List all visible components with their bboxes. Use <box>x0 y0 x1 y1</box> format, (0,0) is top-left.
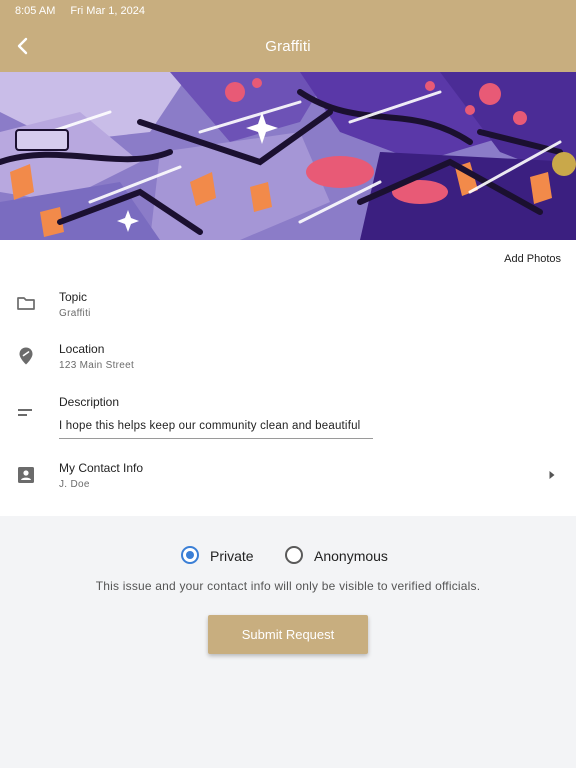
radio-unselected-icon <box>285 546 303 564</box>
submit-request-button[interactable]: Submit Request <box>208 615 368 654</box>
radio-selected-icon <box>181 546 199 564</box>
chevron-right-icon[interactable] <box>548 470 556 480</box>
topic-row[interactable]: Topic Graffiti <box>0 285 576 335</box>
location-row[interactable]: Location 123 Main Street <box>0 338 576 388</box>
page-title: Graffiti <box>265 38 311 55</box>
contact-card-icon <box>18 467 34 483</box>
anonymous-label: Anonymous <box>314 548 388 564</box>
status-date: Fri Mar 1, 2024 <box>70 5 146 17</box>
add-photos-button[interactable]: Add Photos <box>504 253 561 265</box>
status-time: 8:05 AM <box>15 5 56 17</box>
status-bar: 8:05 AM Fri Mar 1, 2024 <box>15 5 157 17</box>
topic-label: Topic <box>59 290 88 304</box>
visibility-note: This issue and your contact info will on… <box>95 579 481 593</box>
location-value: 123 Main Street <box>59 360 135 371</box>
location-label: Location <box>59 342 105 356</box>
contact-label: My Contact Info <box>59 461 144 475</box>
description-label: Description <box>59 395 120 409</box>
topic-value: Graffiti <box>59 308 91 319</box>
contact-info-row[interactable]: My Contact Info J. Doe <box>0 457 576 507</box>
folder-icon <box>17 297 35 310</box>
description-input[interactable] <box>59 413 373 439</box>
map-pin-icon <box>19 347 33 365</box>
visibility-options: Private Anonymous <box>0 544 576 568</box>
notes-icon <box>18 409 32 416</box>
graffiti-photo <box>0 72 576 240</box>
private-label: Private <box>210 548 254 564</box>
contact-value: J. Doe <box>59 479 90 490</box>
app-bar: 8:05 AM Fri Mar 1, 2024 Graffiti <box>0 0 576 72</box>
